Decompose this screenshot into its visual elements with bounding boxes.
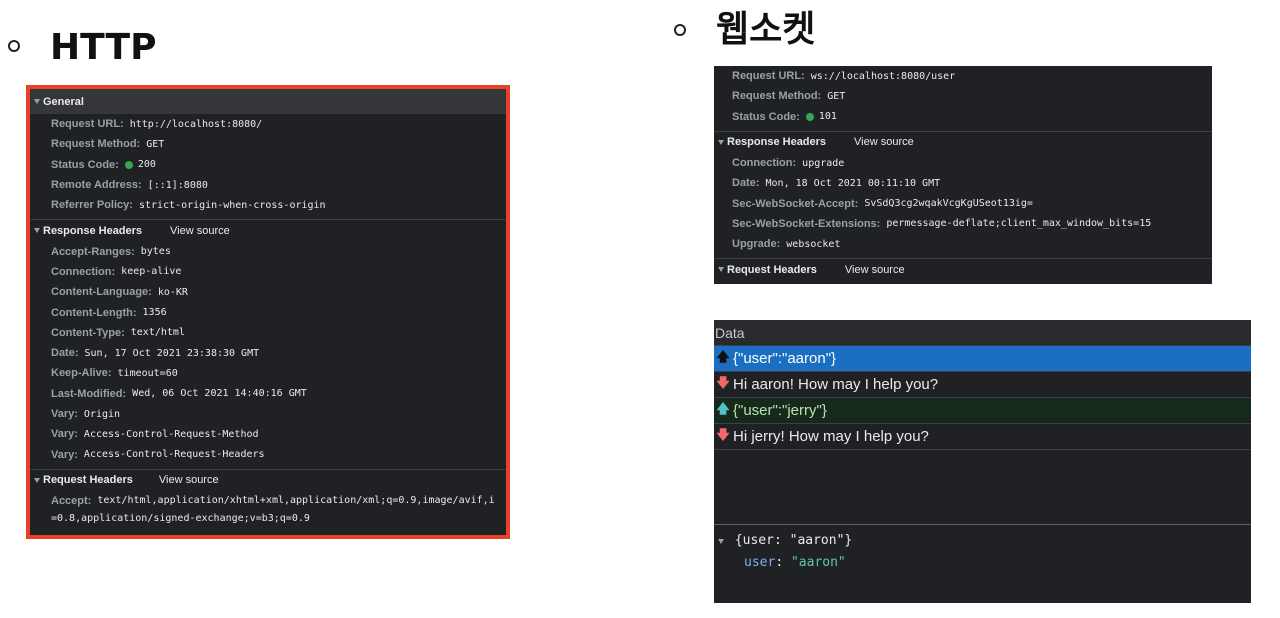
- header-row: Last-Modified: Wed, 06 Oct 2021 14:40:16 …: [51, 387, 307, 400]
- websocket-headers-panel: Request URL: ws://localhost:8080/user Req…: [714, 66, 1212, 284]
- section-request-headers[interactable]: Request Headers View source: [714, 258, 1212, 280]
- header-row: Remote Address: [::1]:8080: [51, 179, 208, 192]
- header-row: Request URL: http://localhost:8080/: [51, 118, 263, 131]
- section-response-headers[interactable]: Response Headers View source: [714, 130, 1212, 153]
- message-row[interactable]: 🡅 {"user":"aaron"}: [714, 346, 1251, 372]
- header-row: Accept: text/html,application/xhtml+xml,a…: [51, 494, 495, 507]
- header-row: Connection: upgrade: [732, 157, 845, 170]
- received-arrow-icon: 🡇: [716, 374, 730, 390]
- message-row[interactable]: 🡇 Hi jerry! How may I help you?: [714, 424, 1251, 450]
- header-row: Content-Type: text/html: [51, 326, 185, 339]
- expand-triangle-icon: [34, 99, 40, 104]
- header-row: Status Code: 101: [732, 110, 837, 123]
- section-label: Response Headers: [43, 224, 143, 237]
- header-row-continuation: =0.8,application/signed-exchange;v=b3;q=…: [51, 512, 310, 524]
- expand-triangle-icon: [34, 228, 40, 234]
- header-row: Vary: Access-Control-Request-Method: [51, 428, 259, 441]
- header-row: Request Method: GET: [51, 138, 165, 151]
- header-row: Date: Mon, 18 Oct 2021 00:11:10 GMT: [732, 177, 941, 190]
- received-arrow-icon: 🡇: [716, 426, 730, 442]
- websocket-messages-panel: Data 🡅 {"user":"aaron"} 🡇 Hi aaron! How …: [714, 320, 1251, 603]
- header-row: Keep-Alive: timeout=60: [51, 367, 178, 380]
- slide-title-http: HTTP: [50, 27, 157, 68]
- expand-triangle-icon: [718, 139, 724, 145]
- header-row: Request URL: ws://localhost:8080/user: [732, 70, 956, 83]
- object-property: user: "aaron": [744, 555, 846, 570]
- expand-triangle-icon: [718, 539, 724, 544]
- data-column-header: Data: [714, 320, 1251, 346]
- http-headers-panel: General Request URL: http://localhost:808…: [30, 89, 506, 535]
- sent-arrow-icon: 🡅: [716, 348, 730, 364]
- header-row: Content-Length: 1356: [51, 306, 167, 319]
- message-detail-pane: {user: "aaron"} user: "aaron": [714, 524, 1251, 603]
- header-row: Sec-WebSocket-Accept: SvSdQ3cg2wqakVcgKgU…: [732, 197, 1033, 210]
- section-general-header[interactable]: General: [30, 89, 506, 114]
- status-dot-icon: [124, 160, 133, 169]
- expand-triangle-icon: [34, 477, 40, 483]
- bullet-icon: [674, 24, 686, 36]
- header-row: Content-Language: ko-KR: [51, 286, 188, 299]
- object-tree-root[interactable]: {user: "aaron"}: [718, 533, 852, 548]
- section-label: Request Headers: [727, 263, 817, 276]
- view-source-link[interactable]: View source: [159, 474, 219, 486]
- view-source-link[interactable]: View source: [170, 225, 230, 237]
- view-source-link[interactable]: View source: [845, 264, 905, 276]
- header-row: Accept-Ranges: bytes: [51, 245, 171, 258]
- section-label: General: [43, 95, 84, 108]
- section-response-headers[interactable]: Response Headers View source: [30, 219, 506, 241]
- section-label: Request Headers: [43, 474, 133, 487]
- message-text: Hi aaron! How may I help you?: [733, 376, 939, 393]
- message-text: {"user":"aaron"}: [733, 350, 837, 367]
- header-row: Status Code: 200: [51, 158, 156, 171]
- header-row: Referrer Policy: strict-origin-when-cross…: [51, 199, 326, 212]
- header-row: Vary: Origin: [51, 408, 121, 420]
- header-row: Sec-WebSocket-Extensions: permessage-defl…: [732, 217, 1152, 230]
- header-row: Date: Sun, 17 Oct 2021 23:38:30 GMT: [51, 347, 260, 360]
- message-row[interactable]: 🡇 Hi aaron! How may I help you?: [714, 372, 1251, 398]
- section-label: Response Headers: [727, 136, 827, 149]
- header-row: Request Method: GET: [732, 90, 846, 103]
- header-row: Connection: keep-alive: [51, 265, 182, 278]
- section-request-headers[interactable]: Request Headers View source: [30, 468, 506, 491]
- message-row[interactable]: 🡅 {"user":"jerry"}: [714, 398, 1251, 424]
- sent-arrow-icon: 🡅: [716, 400, 730, 416]
- status-dot-icon: [805, 112, 814, 121]
- message-text: {"user":"jerry"}: [733, 402, 827, 419]
- expand-triangle-icon: [718, 267, 724, 273]
- view-source-link[interactable]: View source: [854, 136, 914, 148]
- slide-title-websocket: 웹소켓: [716, 9, 816, 50]
- bullet-icon: [8, 40, 20, 52]
- header-row: Upgrade: websocket: [732, 238, 841, 251]
- header-row: Vary: Access-Control-Request-Headers: [51, 448, 265, 461]
- message-text: Hi jerry! How may I help you?: [733, 428, 929, 445]
